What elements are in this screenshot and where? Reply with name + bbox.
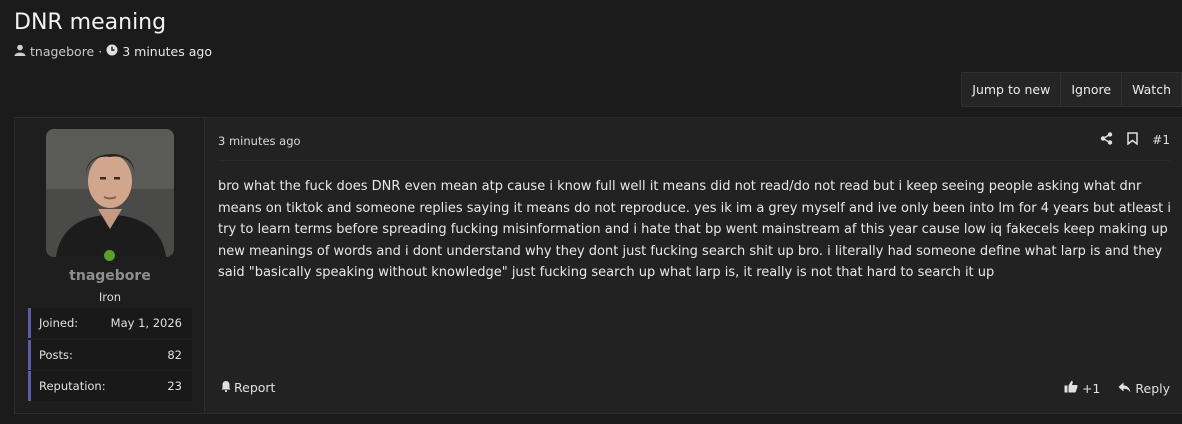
bookmark-icon[interactable] — [1127, 132, 1139, 148]
stat-value: May 1, 2026 — [110, 316, 182, 330]
post-body: bro what the fuck does DNR even mean atp… — [218, 179, 1172, 280]
thread-meta: tnagebore · 3 minutes ago — [14, 44, 212, 59]
stat-label: Reputation: — [39, 379, 106, 393]
share-icon[interactable] — [1100, 132, 1113, 148]
stat-joined: Joined: May 1, 2026 — [28, 308, 192, 338]
stat-label: Posts: — [39, 348, 73, 362]
reaction-count[interactable]: +1 — [1082, 381, 1100, 396]
stat-posts: Posts: 82 — [28, 340, 192, 370]
thread-author-link[interactable]: tnagebore — [30, 44, 94, 59]
clock-icon — [106, 44, 118, 59]
online-status-indicator — [101, 247, 118, 264]
reply-label: Reply — [1135, 380, 1170, 396]
meta-separator: · — [98, 44, 103, 59]
stat-label: Joined: — [39, 316, 79, 330]
user-title: Iron — [98, 290, 122, 304]
post-footer-actions: +1 Reply — [1064, 380, 1170, 396]
stat-value: 23 — [167, 379, 182, 393]
ignore-button[interactable]: Ignore — [1061, 73, 1123, 106]
thread-title: DNR meaning — [14, 10, 167, 35]
reply-icon — [1118, 381, 1131, 396]
post-main: 3 minutes ago #1 bro what the fuck does … — [206, 118, 1182, 413]
report-button[interactable]: Report — [220, 380, 275, 395]
post: tnagebore Iron Joined: May 1, 2026 Posts… — [14, 117, 1182, 414]
user-icon — [14, 44, 26, 59]
like-button[interactable]: +1 — [1064, 380, 1100, 396]
post-date[interactable]: 3 minutes ago — [218, 134, 301, 148]
reply-button[interactable]: Reply — [1118, 381, 1170, 396]
stat-value[interactable]: 82 — [167, 348, 182, 362]
thread-action-bar: Jump to new Ignore Watch — [961, 72, 1182, 107]
watch-button[interactable]: Watch — [1122, 73, 1181, 106]
jump-to-new-button[interactable]: Jump to new — [962, 73, 1062, 106]
post-username[interactable]: tnagebore — [15, 268, 205, 284]
report-label: Report — [234, 380, 276, 395]
post-divider — [218, 160, 1170, 161]
stat-reputation: Reputation: 23 — [28, 371, 192, 401]
post-number-link[interactable]: #1 — [1152, 133, 1170, 147]
thumbs-up-icon — [1064, 380, 1078, 396]
bell-icon — [220, 380, 232, 395]
thread-time[interactable]: 3 minutes ago — [122, 44, 212, 59]
post-user-panel: tnagebore Iron Joined: May 1, 2026 Posts… — [15, 118, 205, 413]
avatar[interactable] — [46, 129, 174, 257]
post-tools: #1 — [1100, 132, 1170, 148]
